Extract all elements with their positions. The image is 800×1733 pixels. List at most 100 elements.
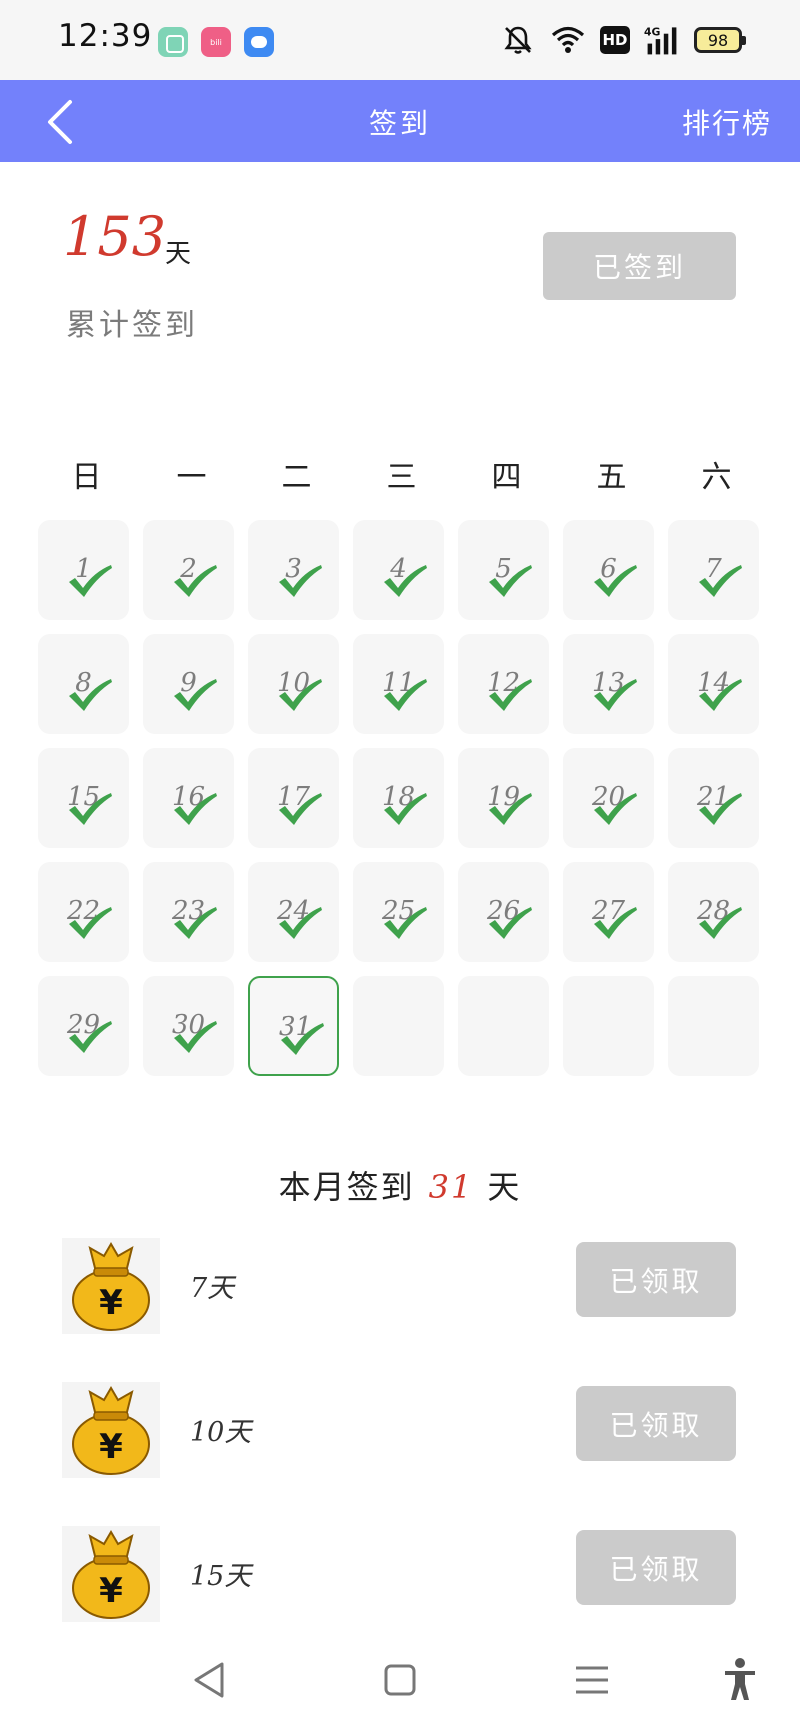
nav-home-button[interactable] [370, 1650, 430, 1710]
signed-in-button[interactable]: 已签到 [543, 232, 736, 300]
calendar-day[interactable]: 15 [38, 748, 129, 848]
page-title: 签到 [368, 107, 431, 140]
calendar-day[interactable]: 20 [563, 748, 654, 848]
calendar-day[interactable]: 8 [38, 634, 129, 734]
weekday-tue: 二 [281, 460, 312, 495]
month-count: 31 [428, 1168, 474, 1206]
weekday-sun: 日 [71, 460, 102, 495]
month-summary: 本月签到 31 天 [0, 1162, 800, 1208]
check-icon [69, 679, 112, 711]
app-blue-icon [244, 27, 274, 57]
calendar-day[interactable]: 3 [248, 520, 339, 620]
calendar-day[interactable]: 10 [248, 634, 339, 734]
calendar-day[interactable]: 28 [668, 862, 759, 962]
calendar-empty-cell [668, 976, 759, 1076]
calendar-grid: 1 2 3 4 5 6 7 8 9 10 11 12 13 14 15 16 17 18 19 20 21 22 23 24 2… [38, 520, 764, 1076]
check-icon [174, 1021, 217, 1053]
calendar-day[interactable]: 16 [143, 748, 234, 848]
check-icon [384, 907, 427, 939]
claimed-button[interactable]: 已领取 [576, 1530, 736, 1605]
calendar-day[interactable]: 6 [563, 520, 654, 620]
check-icon [69, 793, 112, 825]
check-icon [594, 907, 637, 939]
calendar-day[interactable]: 29 [38, 976, 129, 1076]
check-icon [281, 1023, 324, 1055]
wifi-icon [551, 26, 585, 53]
check-icon [699, 679, 742, 711]
app-header: 签到 排行榜 [0, 80, 800, 162]
calendar-day[interactable]: 14 [668, 634, 759, 734]
app-pink-icon: bili [201, 27, 231, 57]
check-icon [699, 907, 742, 939]
calendar-day[interactable]: 30 [143, 976, 234, 1076]
check-icon [384, 793, 427, 825]
app-green-icon [158, 27, 188, 57]
calendar-day[interactable]: 18 [353, 748, 444, 848]
back-triangle-icon [194, 1662, 224, 1698]
calendar-day[interactable]: 17 [248, 748, 339, 848]
reward-label: 15天 [190, 1561, 252, 1592]
calendar-day[interactable]: 2 [143, 520, 234, 620]
money-bag-icon: ¥ [62, 1238, 160, 1334]
total-days-count: 153 [63, 205, 167, 268]
check-icon [489, 793, 532, 825]
calendar-empty-cell [353, 976, 444, 1076]
accessibility-icon [725, 1658, 755, 1700]
calendar-day[interactable]: 1 [38, 520, 129, 620]
calendar-day[interactable]: 27 [563, 862, 654, 962]
check-icon [174, 679, 217, 711]
calendar-day[interactable]: 23 [143, 862, 234, 962]
signal-icon: 4G [644, 26, 677, 55]
claimed-button[interactable]: 已领取 [576, 1242, 736, 1317]
check-icon [489, 907, 532, 939]
status-time: 12:39 [58, 18, 153, 54]
calendar-day[interactable]: 31 [248, 976, 339, 1076]
claimed-button[interactable]: 已领取 [576, 1386, 736, 1461]
weekday-mon: 一 [176, 460, 207, 495]
calendar-day[interactable]: 13 [563, 634, 654, 734]
reward-label: 7天 [190, 1273, 235, 1304]
nav-accessibility-button[interactable] [710, 1650, 770, 1710]
weekday-wed: 三 [386, 460, 417, 495]
check-icon [174, 907, 217, 939]
svg-text:¥: ¥ [99, 1571, 123, 1611]
menu-lines-icon [576, 1666, 608, 1694]
leaderboard-button[interactable]: 排行榜 [682, 102, 772, 142]
check-icon [279, 793, 322, 825]
calendar-day[interactable]: 22 [38, 862, 129, 962]
nav-menu-button[interactable] [562, 1650, 622, 1710]
status-icons: HD 4G 98 [500, 22, 746, 58]
calendar-day[interactable]: 24 [248, 862, 339, 962]
calendar-empty-cell [563, 976, 654, 1076]
check-icon [279, 679, 322, 711]
calendar-day[interactable]: 4 [353, 520, 444, 620]
weekday-sat: 六 [701, 460, 732, 495]
total-days-unit: 天 [165, 239, 192, 269]
network-label: 4G [644, 26, 661, 39]
check-icon [489, 679, 532, 711]
check-icon [69, 907, 112, 939]
calendar-day[interactable]: 9 [143, 634, 234, 734]
calendar-day[interactable]: 21 [668, 748, 759, 848]
calendar-day[interactable]: 11 [353, 634, 444, 734]
check-icon [279, 565, 322, 597]
calendar-day[interactable]: 25 [353, 862, 444, 962]
check-icon [69, 1021, 112, 1053]
check-icon [174, 565, 217, 597]
nav-back-button[interactable] [180, 1650, 240, 1710]
status-bar: 12:39 bili HD 4G 98 [0, 0, 800, 80]
check-icon [69, 565, 112, 597]
calendar-day[interactable]: 19 [458, 748, 549, 848]
calendar-day[interactable]: 12 [458, 634, 549, 734]
calendar-day[interactable]: 7 [668, 520, 759, 620]
calendar-day[interactable]: 5 [458, 520, 549, 620]
check-icon [174, 793, 217, 825]
reward-row: ¥ 10天 已领取 [0, 1376, 800, 1480]
check-icon [594, 679, 637, 711]
money-bag-icon: ¥ [62, 1526, 160, 1622]
check-icon [699, 793, 742, 825]
weekday-header: 日 一 二 三 四 五 六 [34, 452, 769, 496]
calendar-day[interactable]: 26 [458, 862, 549, 962]
mute-bell-icon [504, 26, 532, 54]
hd-badge: HD [600, 26, 630, 54]
